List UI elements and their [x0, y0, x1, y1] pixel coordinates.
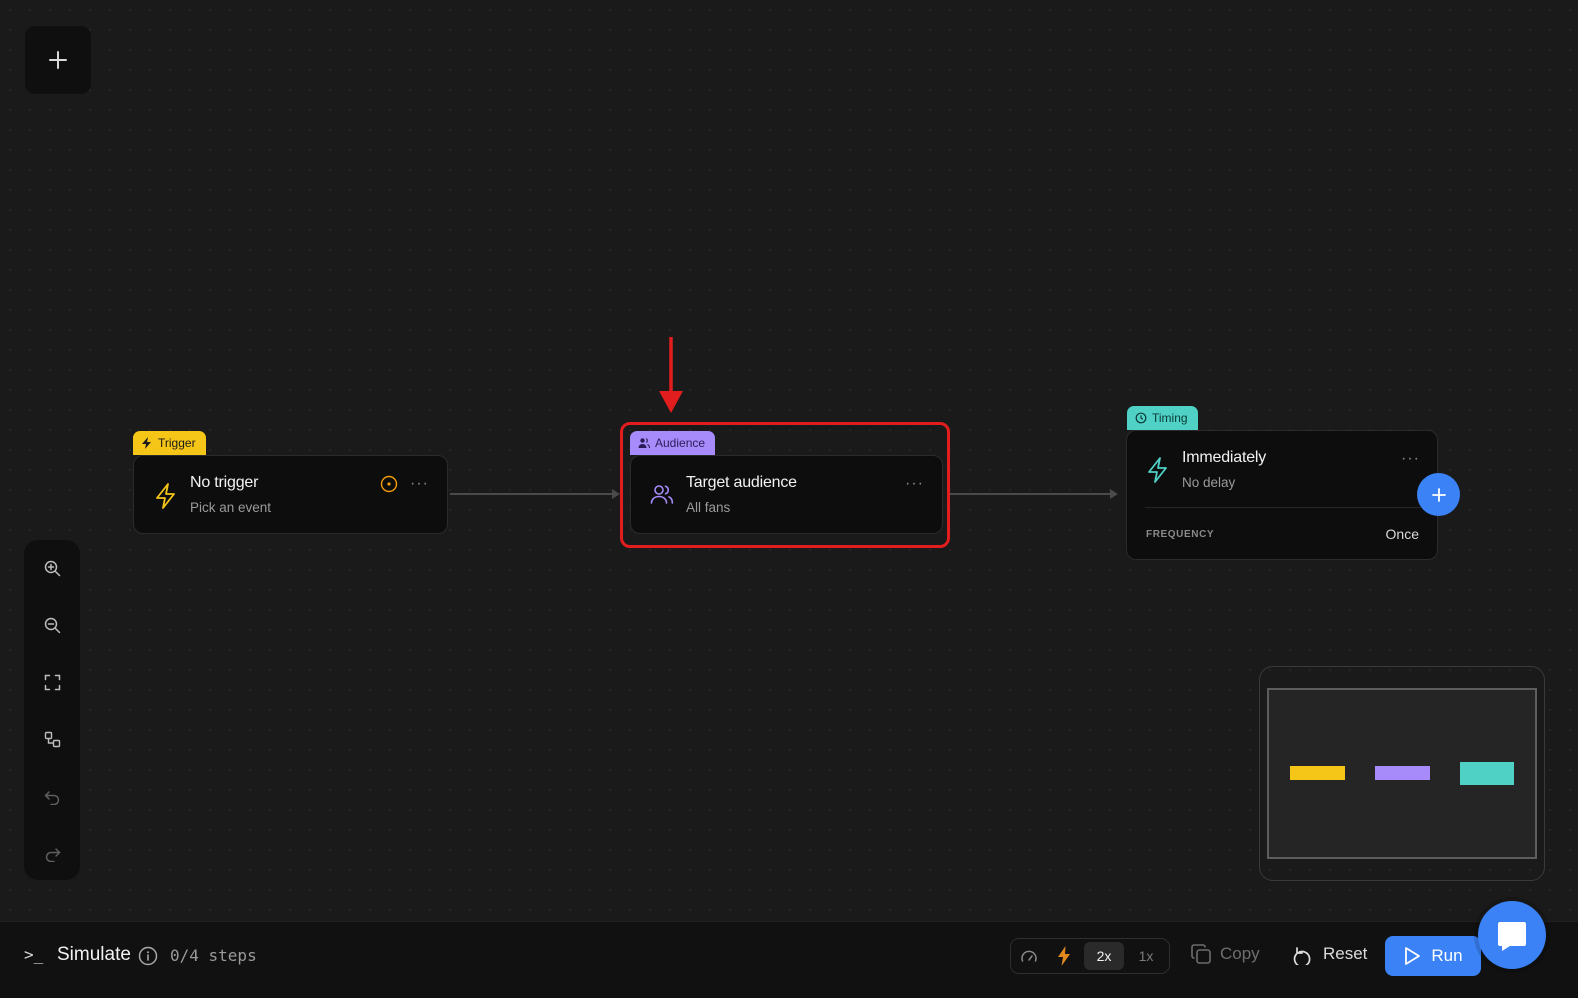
target-icon[interactable]: [380, 475, 398, 493]
chat-button[interactable]: [1478, 901, 1546, 969]
run-label: Run: [1431, 946, 1463, 965]
timing-subtitle: No delay: [1182, 475, 1236, 490]
steps-counter: 0/4 steps: [170, 946, 257, 965]
layout-icon: [44, 731, 60, 747]
fit-view-icon: [44, 674, 60, 690]
terminal-icon: >_: [24, 945, 44, 964]
copy-label: Copy: [1220, 944, 1260, 963]
speed-2x-button[interactable]: 2x: [1084, 942, 1124, 970]
info-icon[interactable]: [138, 946, 158, 966]
copy-button[interactable]: Copy: [1190, 943, 1260, 965]
timing-title: Immediately: [1182, 449, 1267, 466]
lightning-icon: [142, 437, 151, 449]
gauge-icon: [1021, 950, 1037, 962]
add-step-button[interactable]: [1417, 473, 1460, 516]
trigger-menu-button[interactable]: ···: [410, 476, 429, 492]
edge-audience-timing: [950, 493, 1114, 495]
lightning-icon: [1148, 457, 1167, 483]
plus-icon: [49, 51, 67, 69]
reset-button[interactable]: Reset: [1293, 943, 1367, 965]
arrow-down-icon: [659, 337, 683, 413]
reset-label: Reset: [1323, 944, 1368, 963]
edge-arrow: [612, 489, 620, 499]
lightning-icon: [1058, 946, 1070, 966]
timing-menu-button[interactable]: ···: [1401, 451, 1420, 467]
chat-icon: [1498, 922, 1526, 951]
redo-icon: [45, 847, 61, 862]
trigger-node[interactable]: No trigger Pick an event ···: [133, 455, 448, 534]
add-node-button[interactable]: [25, 26, 91, 94]
zoom-out-icon: [44, 617, 60, 633]
timing-node[interactable]: Immediately No delay ··· FREQUENCY Once: [1126, 430, 1438, 560]
reset-icon: [1293, 947, 1311, 965]
lightning-icon: [156, 483, 175, 509]
clock-icon: [1135, 412, 1147, 424]
undo-icon: [43, 790, 59, 805]
timing-chip: Timing: [1127, 406, 1198, 430]
minimap-node-trigger: [1290, 766, 1345, 780]
zoom-out-button[interactable]: [24, 597, 80, 653]
highlight-box: [620, 422, 950, 548]
layout-button[interactable]: [24, 711, 80, 767]
edge-trigger-audience: [450, 493, 616, 495]
timing-divider: [1145, 507, 1421, 508]
trigger-chip-label: Trigger: [158, 436, 196, 450]
zoom-in-button[interactable]: [24, 540, 80, 596]
speed-control: 2x 1x: [1010, 938, 1170, 974]
frequency-label: FREQUENCY: [1146, 529, 1215, 540]
trigger-title: No trigger: [190, 474, 259, 491]
simulate-label: Simulate: [57, 944, 131, 965]
run-button[interactable]: Run: [1385, 936, 1481, 976]
fit-view-button[interactable]: [24, 654, 80, 710]
trigger-chip: Trigger: [133, 431, 206, 455]
trigger-subtitle: Pick an event: [190, 500, 272, 515]
minimap-node-audience: [1375, 766, 1430, 780]
zoom-in-icon: [44, 560, 60, 576]
play-icon: [1405, 947, 1421, 965]
copy-icon: [1191, 944, 1211, 964]
speed-1x-button[interactable]: 1x: [1128, 942, 1164, 970]
redo-button[interactable]: [24, 825, 80, 881]
timing-chip-label: Timing: [1152, 411, 1188, 425]
undo-button[interactable]: [24, 768, 80, 824]
canvas-toolbar: [24, 540, 80, 880]
plus-icon: [1431, 487, 1446, 502]
edge-arrow: [1110, 489, 1118, 499]
frequency-value[interactable]: Once: [1386, 526, 1419, 542]
minimap-node-timing: [1460, 762, 1514, 785]
